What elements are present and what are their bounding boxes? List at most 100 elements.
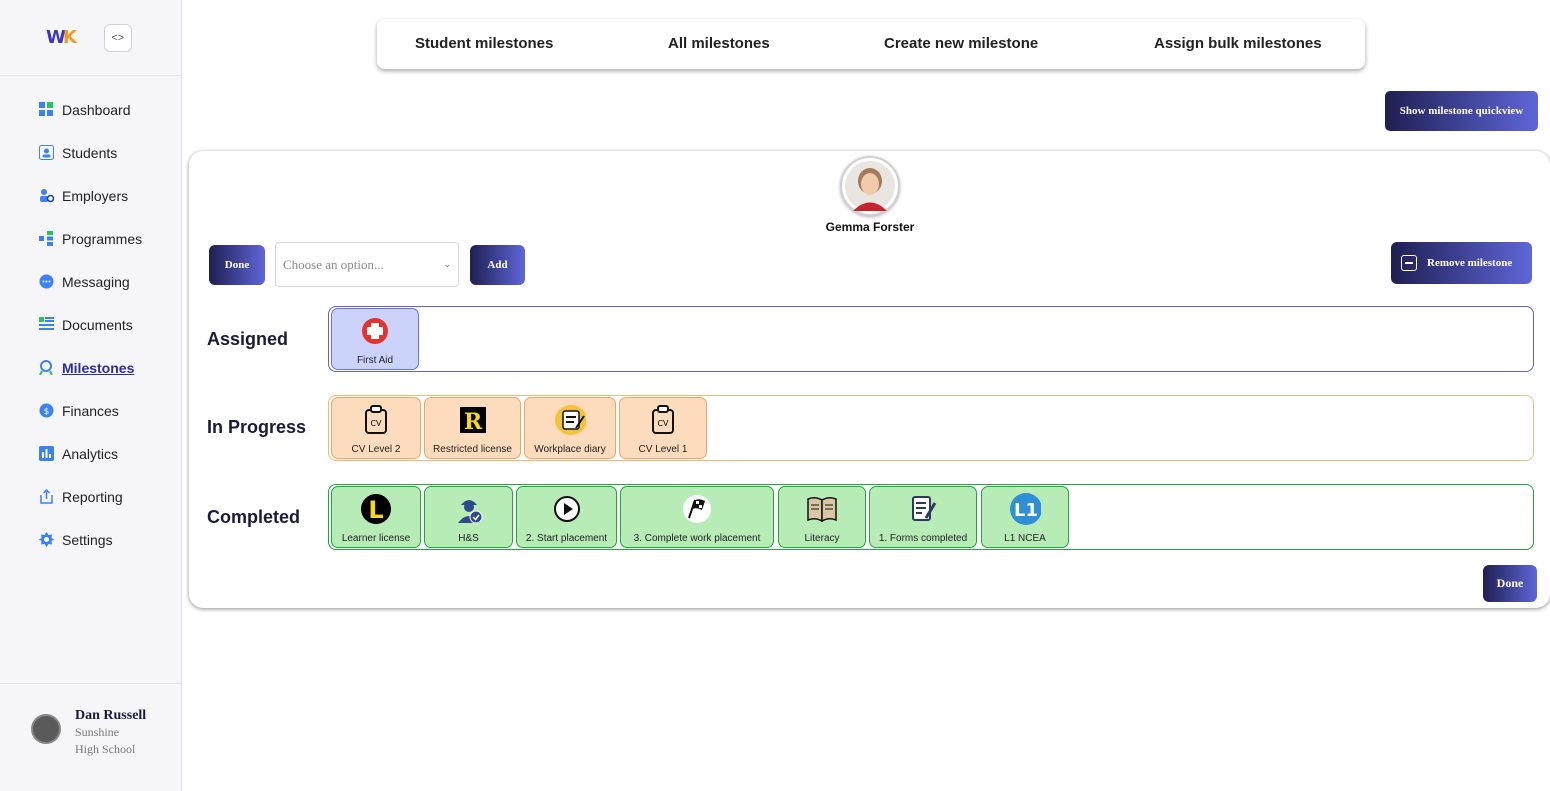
sidebar-item-label: Analytics xyxy=(62,445,119,462)
analytics-icon xyxy=(38,446,54,462)
remove-milestone-label: Remove milestone xyxy=(1427,257,1513,269)
learner-license-icon: L xyxy=(360,493,392,525)
employers-icon xyxy=(38,188,54,204)
sidebar-item-programmes[interactable]: Programmes xyxy=(0,217,181,260)
play-circle-icon xyxy=(551,493,583,525)
svg-text:$: $ xyxy=(43,407,49,417)
milestone-chip[interactable]: L1 L1 NCEA xyxy=(981,486,1069,548)
milestone-chip-label: CV Level 1 xyxy=(638,444,688,455)
milestone-chip[interactable]: Literacy xyxy=(778,486,866,548)
milestone-chip-label: Workplace diary xyxy=(534,444,606,455)
milestone-chip-label: CV Level 2 xyxy=(351,444,401,455)
milestone-chip[interactable]: R Restricted license xyxy=(424,397,521,459)
sidebar-item-milestones[interactable]: Milestones xyxy=(0,346,181,389)
sidebar-item-messaging[interactable]: Messaging xyxy=(0,260,181,303)
svg-text:CV: CV xyxy=(657,419,669,428)
milestone-chip[interactable]: CV CV Level 1 xyxy=(619,397,707,459)
student-name: Gemma Forster xyxy=(825,220,915,234)
milestone-chip-label: 2. Start placement xyxy=(525,533,608,544)
sidebar-item-label: Milestones xyxy=(62,359,135,376)
sidebar-item-label: Settings xyxy=(62,531,113,548)
svg-text:R: R xyxy=(463,409,482,434)
completed-row-label: Completed xyxy=(207,507,301,527)
sidebar-item-dashboard[interactable]: Dashboard xyxy=(0,88,181,131)
student-avatar xyxy=(840,156,900,216)
sidebar-item-documents[interactable]: Documents xyxy=(0,303,181,346)
sidebar-item-label: Dashboard xyxy=(62,101,131,118)
documents-icon xyxy=(38,317,54,333)
add-button[interactable]: Add xyxy=(470,245,525,285)
user-avatar xyxy=(31,714,61,744)
logo-row: WK <> xyxy=(0,0,181,76)
sidebar-item-reporting[interactable]: Reporting xyxy=(0,475,181,518)
in-progress-lane: CV CV Level 2 R Restricted license Workp… xyxy=(328,395,1534,461)
sidebar-item-label: Messaging xyxy=(62,273,130,290)
cv-clipboard-icon: CV xyxy=(647,404,679,436)
sidebar-item-settings[interactable]: Settings xyxy=(0,518,181,561)
in-progress-row-label: In Progress xyxy=(207,417,307,437)
l1-ncea-icon: L1 xyxy=(1009,493,1041,525)
milestone-chip-label: L1 NCEA xyxy=(1004,533,1046,544)
sidebar-nav: Dashboard Students Employers Programmes … xyxy=(0,76,181,561)
user-school: Sunshine High School xyxy=(75,725,136,756)
svg-text:L: L xyxy=(368,496,383,524)
milestone-chip-label: H&S xyxy=(458,533,479,544)
student-milestones-card: Gemma Forster Done Choose an option... ⌄… xyxy=(189,151,1550,608)
open-book-icon xyxy=(806,493,838,525)
milestone-chip-label: Learner license xyxy=(341,533,411,544)
user-name: Dan Russell xyxy=(75,708,147,723)
dashboard-icon xyxy=(38,102,54,118)
milestones-icon xyxy=(38,360,54,376)
milestone-select[interactable]: Choose an option... ⌄ xyxy=(275,242,459,287)
cv-clipboard-icon: CV xyxy=(360,404,392,436)
milestone-chip[interactable]: 3. Complete work placement xyxy=(620,486,774,548)
programmes-icon xyxy=(38,231,54,247)
milestone-chip[interactable]: CV CV Level 2 xyxy=(331,397,421,459)
completed-lane: L Learner license H&S 2. Start placement… xyxy=(328,484,1534,550)
tab-student-milestones[interactable]: Student milestones xyxy=(415,35,553,52)
app-logo[interactable]: WK xyxy=(46,27,77,48)
milestone-chip[interactable]: 1. Forms completed xyxy=(869,486,977,548)
milestone-chip[interactable]: L Learner license xyxy=(331,486,421,548)
restricted-license-icon: R xyxy=(457,404,489,436)
workplace-diary-icon xyxy=(554,404,586,436)
show-milestone-quickview-button[interactable]: Show milestone quickview xyxy=(1385,91,1538,131)
milestone-chip-label: 1. Forms completed xyxy=(878,533,968,544)
milestone-tabs: Student milestones All milestones Create… xyxy=(377,19,1365,69)
collapse-sidebar-button[interactable]: <> xyxy=(103,23,132,52)
milestone-chip-label: 3. Complete work placement xyxy=(633,533,761,544)
tab-create-new-milestone[interactable]: Create new milestone xyxy=(884,35,1038,52)
svg-text:L1: L1 xyxy=(1014,500,1038,521)
done-button[interactable]: Done xyxy=(209,245,265,285)
sidebar-item-label: Programmes xyxy=(62,230,143,247)
sidebar-item-employers[interactable]: Employers xyxy=(0,174,181,217)
sidebar: WK <> Dashboard Students Employers Progr… xyxy=(0,0,182,791)
done-bottom-button[interactable]: Done xyxy=(1483,565,1537,602)
sidebar-item-finances[interactable]: $ Finances xyxy=(0,389,181,432)
milestone-chip[interactable]: First Aid xyxy=(331,308,419,370)
sidebar-item-label: Employers xyxy=(62,187,129,204)
sidebar-item-label: Reporting xyxy=(62,488,123,505)
sidebar-item-students[interactable]: Students xyxy=(0,131,181,174)
milestone-chip[interactable]: Workplace diary xyxy=(524,397,616,459)
select-placeholder: Choose an option... xyxy=(283,256,384,272)
user-profile[interactable]: Dan Russell Sunshine High School xyxy=(0,683,182,791)
forms-completed-icon xyxy=(907,493,939,525)
remove-milestone-button[interactable]: Remove milestone xyxy=(1391,242,1532,284)
tab-all-milestones[interactable]: All milestones xyxy=(668,35,770,52)
milestone-chip[interactable]: H&S xyxy=(424,486,513,548)
svg-text:CV: CV xyxy=(370,419,382,428)
tab-assign-bulk-milestones[interactable]: Assign bulk milestones xyxy=(1154,35,1322,52)
sidebar-item-analytics[interactable]: Analytics xyxy=(0,432,181,475)
milestone-chip-label: Literacy xyxy=(804,533,840,544)
sidebar-item-label: Documents xyxy=(62,316,133,333)
students-icon xyxy=(38,145,54,161)
reporting-icon xyxy=(38,489,54,505)
assigned-lane: First Aid xyxy=(328,306,1534,372)
milestone-chip-label: First Aid xyxy=(356,355,394,366)
first-aid-icon xyxy=(359,315,391,347)
student-photo-icon xyxy=(845,161,895,211)
messaging-icon xyxy=(38,274,54,290)
milestone-chip[interactable]: 2. Start placement xyxy=(516,486,617,548)
settings-icon xyxy=(38,532,54,548)
